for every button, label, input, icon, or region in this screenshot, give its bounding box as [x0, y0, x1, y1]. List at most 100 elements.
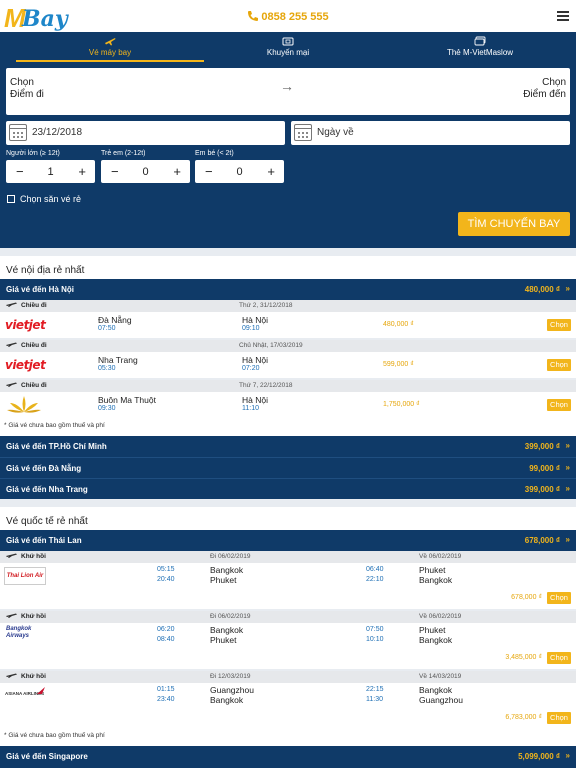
bangkok-airways-logo: Bangkok Airways	[6, 626, 32, 639]
return-date-field[interactable]: Ngày về	[291, 121, 570, 145]
vietnam-airlines-lotus-logo	[7, 396, 41, 413]
adults-minus-button[interactable]: −	[16, 164, 24, 179]
origin-select[interactable]: Chọn Điểm đi	[10, 77, 44, 101]
origin-city: Đà Nẵng	[98, 315, 132, 325]
flight-date: Thứ 2, 31/12/2018	[239, 302, 293, 309]
flight-card-header: Chiều đi Chủ Nhật, 17/03/2019	[0, 340, 576, 352]
origin-city: Buôn Ma Thuột	[98, 395, 156, 405]
select-flight-button[interactable]: Chọn	[547, 712, 571, 724]
outbound-destination: Phuket	[210, 575, 237, 585]
flight-card[interactable]: Thai Lion Air 05:15 20:40 Bangkok Phuket 06:4…	[0, 563, 576, 609]
group-singapore[interactable]: Giá vé đến Singapore 5,099,000 ₫ »	[0, 746, 576, 768]
group-price: 480,000 ₫	[524, 285, 560, 294]
children-plus-button[interactable]: +	[173, 164, 181, 179]
group-label: Giá vé đến Đà Nẵng	[6, 464, 82, 473]
outbound-date: Đi 06/02/2019	[210, 553, 251, 560]
depart-date-value: 23/12/2018	[32, 127, 83, 138]
destination-city: Hà Nội	[242, 395, 268, 405]
return-date: Về 06/02/2019	[419, 613, 462, 620]
price: 6,783,000 ₫	[505, 714, 542, 721]
flight-card[interactable]: vietjet Đà Nẵng 07:50 Hà Nội 09:10 480,000 ₫ C…	[0, 312, 576, 338]
return-departure-time: 07:50	[366, 626, 384, 633]
group-thailand[interactable]: Giá vé đến Thái Lan 678,000 ₫ »	[0, 530, 576, 551]
phone-number: 0858 255 555	[261, 11, 329, 23]
outbound-arrival-time: 23:40	[157, 696, 175, 703]
tax-note: * Giá vé chưa bao gồm thuế và phí	[4, 732, 105, 739]
group-ho-chi-minh[interactable]: Giá vé đến TP.Hồ Chí Minh 399,000 ₫ »	[0, 436, 576, 457]
flight-card[interactable]: ASIANA AIRLINES 01:15 23:40 Guangzhou Bangko…	[0, 683, 576, 729]
price: 599,000 ₫	[383, 361, 414, 368]
return-arrival-time: 10:10	[366, 636, 384, 643]
international-note-row: * Giá vé chưa bao gồm thuế và phí	[0, 728, 576, 746]
destination-city: Hà Nội	[242, 315, 268, 325]
search-flights-button[interactable]: TÌM CHUYẾN BAY	[458, 212, 570, 236]
vietjet-logo: vietjet	[5, 318, 46, 332]
select-flight-button[interactable]: Chọn	[547, 319, 571, 331]
depart-date-field[interactable]: 23/12/2018	[6, 121, 285, 145]
direction-label: Khứ hồi	[21, 613, 46, 620]
return-destination: Bangkok	[419, 575, 453, 585]
asiana-wing-icon	[37, 687, 45, 694]
section-title: Vé quốc tế rẻ nhất	[6, 516, 88, 527]
tab-promotions[interactable]: Khuyến mại	[194, 36, 382, 57]
price: 3,485,000 ₫	[505, 654, 542, 661]
children-minus-button[interactable]: −	[111, 164, 119, 179]
children-stepper: 0 − +	[101, 160, 190, 183]
origin-city: Nha Trang	[98, 355, 138, 365]
infants-minus-button[interactable]: −	[205, 164, 213, 179]
return-departure-time: 22:15	[366, 686, 384, 693]
flight-card[interactable]: Bangkok Airways 06:20 08:40 Bangkok Phuket 07…	[0, 623, 576, 669]
flight-date: Chủ Nhật, 17/03/2019	[239, 342, 303, 349]
select-flight-button[interactable]: Chọn	[547, 359, 571, 371]
menu-icon[interactable]	[557, 11, 569, 21]
adults-label: Người lớn (≥ 12t)	[6, 150, 60, 157]
active-tab-indicator	[16, 60, 204, 62]
arrow-right-icon: →	[280, 78, 294, 94]
tab-label: Khuyến mại	[266, 48, 310, 57]
select-flight-button[interactable]: Chọn	[547, 652, 571, 664]
infants-plus-button[interactable]: +	[267, 164, 275, 179]
group-price: 99,000 ₫	[529, 464, 560, 473]
price: 480,000 ₫	[383, 321, 414, 328]
adults-plus-button[interactable]: +	[78, 164, 86, 179]
flight-card-header: Khứ hồi Đi 12/03/2019 Về 14/03/2019	[0, 671, 576, 683]
outbound-origin: Bangkok	[210, 565, 244, 575]
flight-card[interactable]: vietjet Nha Trang 05:30 Hà Nội 07:20 599,000 …	[0, 352, 576, 378]
chevron-right-icon: »	[565, 484, 570, 493]
group-nha-trang[interactable]: Giá vé đến Nha Trang 399,000 ₫ »	[0, 478, 576, 499]
direction-label: Khứ hồi	[21, 673, 46, 680]
tab-membership-card[interactable]: Thẻ M-VietMaslow	[384, 36, 576, 57]
cheap-fare-checkbox[interactable]	[7, 195, 15, 203]
group-hanoi[interactable]: Giá vé đến Hà Nội 480,000 ₫ »	[0, 279, 576, 300]
hotline[interactable]: 0858 255 555	[0, 10, 576, 23]
infants-stepper: 0 − +	[195, 160, 284, 183]
destination-city: Hà Nội	[242, 355, 268, 365]
outbound-departure-time: 05:15	[157, 566, 175, 573]
section-title: Vé nội địa rẻ nhất	[6, 265, 85, 276]
group-price: 5,099,000 ₫	[518, 752, 560, 761]
return-departure-time: 06:40	[366, 566, 384, 573]
select-flight-button[interactable]: Chọn	[547, 592, 571, 604]
destination-select[interactable]: Chọn Điểm đến	[523, 77, 566, 101]
infants-label: Em bé (< 2t)	[195, 150, 234, 157]
flight-card[interactable]: Buôn Ma Thuột 09:30 Hà Nội 11:10 1,750,000 ₫…	[0, 392, 576, 418]
tab-label: Vé máy bay	[88, 48, 132, 57]
return-origin: Bangkok	[419, 685, 453, 695]
select-flight-button[interactable]: Chọn	[547, 399, 571, 411]
group-price: 399,000 ₫	[524, 485, 560, 494]
group-price: 678,000 ₫	[524, 536, 560, 545]
plane-icon	[6, 613, 17, 618]
price: 678,000 ₫	[511, 594, 542, 601]
arrival-time: 07:20	[242, 365, 260, 372]
origin-destination-box: Chọn Điểm đi → Chọn Điểm đến	[6, 68, 570, 115]
tab-label: Thẻ M-VietMaslow	[446, 48, 514, 57]
outbound-origin: Bangkok	[210, 625, 244, 635]
tab-flights[interactable]: Vé máy bay	[16, 36, 204, 57]
group-da-nang[interactable]: Giá vé đến Đà Nẵng 99,000 ₫ »	[0, 457, 576, 478]
plane-icon	[6, 382, 17, 387]
thai-lion-air-logo: Thai Lion Air	[4, 567, 46, 585]
flight-card-header: Khứ hồi Đi 06/02/2019 Về 06/02/2019	[0, 611, 576, 623]
outbound-departure-time: 01:15	[157, 686, 175, 693]
group-label: Giá vé đến Nha Trang	[6, 485, 88, 494]
return-origin: Phuket	[419, 565, 446, 575]
